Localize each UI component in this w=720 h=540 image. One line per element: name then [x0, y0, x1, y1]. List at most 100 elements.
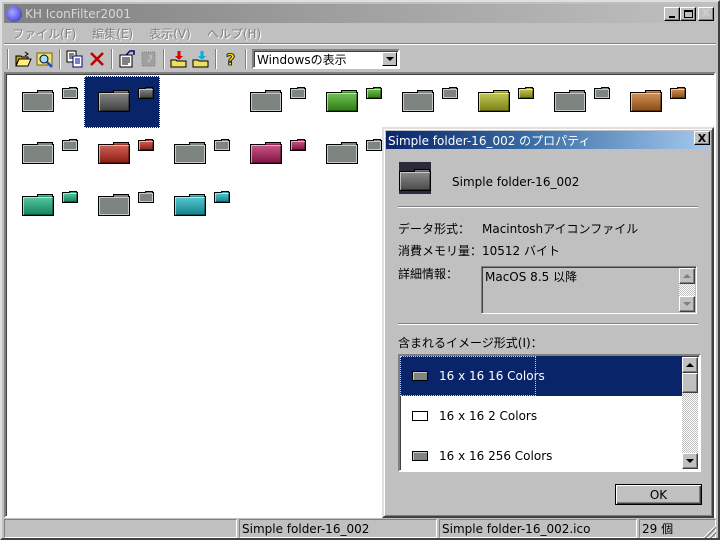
folder-icon — [138, 191, 154, 203]
arrow-down-icon — [686, 459, 694, 463]
properties-button[interactable] — [116, 48, 138, 70]
chevron-down-icon[interactable] — [382, 52, 397, 66]
folder-icon — [174, 142, 206, 164]
icon-item[interactable] — [84, 180, 160, 232]
folder-icon — [22, 142, 54, 164]
arrow-up-icon — [686, 363, 694, 367]
menu-file[interactable]: ファイル(F) — [4, 25, 84, 42]
open-folder-icon — [15, 51, 32, 67]
folder-icon — [326, 142, 358, 164]
maximize-button[interactable] — [680, 6, 696, 21]
icon-item[interactable] — [8, 128, 84, 180]
dialog-close-button[interactable]: X — [694, 131, 710, 145]
find-icon — [36, 52, 53, 68]
icon-item[interactable] — [160, 128, 236, 180]
app-icon[interactable] — [6, 5, 24, 22]
find-button[interactable] — [34, 48, 56, 70]
format-item[interactable]: 16 x 16 2 Colors — [400, 396, 683, 436]
menu-bar: ファイル(F) 編集(E) 表示(V) ヘルプ(H) — [4, 24, 716, 42]
detail-scrollbar[interactable] — [679, 268, 695, 312]
format-item[interactable]: 16 x 16 256 Colors — [400, 436, 683, 476]
close-icon: X — [697, 131, 707, 145]
divider — [398, 206, 698, 208]
scroll-up-button[interactable] — [682, 357, 698, 373]
folder-icon — [554, 90, 586, 112]
icon-item[interactable] — [160, 180, 236, 232]
properties-icon — [119, 50, 135, 68]
icon-item[interactable] — [312, 128, 388, 180]
svg-text:?: ? — [226, 50, 235, 68]
scroll-thumb[interactable] — [682, 373, 698, 393]
help-button[interactable]: ? — [220, 48, 242, 70]
edit-icon — [141, 51, 156, 67]
icon-item[interactable] — [312, 76, 388, 128]
folder-icon — [412, 451, 428, 461]
image-formats-list[interactable]: 16 x 16 16 Colors 16 x 16 2 Colors 16 x … — [398, 354, 701, 472]
data-format-value: Macintoshアイコンファイル — [482, 222, 639, 236]
menu-help[interactable]: ヘルプ(H) — [199, 25, 269, 42]
title-bar[interactable]: KH IconFilter2001 X — [4, 4, 716, 23]
edit-button[interactable] — [138, 48, 160, 70]
folder-icon — [62, 87, 78, 99]
view-mode-select[interactable]: Windowsの表示 — [252, 49, 400, 69]
scroll-up-button[interactable] — [679, 268, 695, 284]
toolbar-separator — [163, 49, 165, 69]
folder-icon — [98, 142, 130, 164]
folder-icon — [138, 87, 154, 99]
folder-icon — [630, 90, 662, 112]
toolbar-separator — [245, 49, 247, 69]
data-format-label: データ形式： — [398, 222, 471, 236]
icon-item[interactable] — [540, 76, 616, 128]
memory-label: 消費メモリ量： — [398, 244, 483, 258]
folder-icon — [174, 194, 206, 216]
icon-item[interactable] — [616, 76, 692, 128]
icon-item[interactable] — [84, 76, 160, 128]
format-label: 16 x 16 256 Colors — [439, 449, 553, 463]
formats-scrollbar[interactable] — [682, 357, 698, 469]
folder-icon — [98, 90, 130, 112]
copy-icon — [66, 50, 83, 68]
folder-icon — [366, 139, 382, 151]
folder-icon — [412, 371, 428, 381]
close-button[interactable]: X — [698, 6, 714, 21]
resize-grip[interactable] — [704, 526, 716, 538]
folder-icon — [670, 87, 686, 99]
toolbar-separator — [111, 49, 113, 69]
icon-item[interactable] — [464, 76, 540, 128]
minimize-button[interactable] — [664, 6, 680, 21]
folder-icon — [594, 87, 610, 99]
icon-item[interactable] — [8, 180, 84, 232]
scroll-down-button[interactable] — [679, 296, 695, 312]
format-item[interactable]: 16 x 16 16 Colors — [400, 356, 683, 396]
ok-button[interactable]: OK — [615, 484, 702, 505]
delete-button[interactable] — [86, 48, 108, 70]
folder-icon — [98, 194, 130, 216]
icon-item[interactable] — [236, 76, 312, 128]
menu-edit[interactable]: 編集(E) — [84, 25, 141, 42]
folder-icon — [214, 139, 230, 151]
toolbar-separator — [215, 49, 217, 69]
scroll-down-button[interactable] — [682, 453, 698, 469]
open-button[interactable] — [12, 48, 34, 70]
detail-textbox[interactable]: MacOS 8.5 以降 — [481, 266, 697, 314]
menu-separator — [4, 43, 716, 45]
arrow-down-icon — [683, 302, 691, 306]
folder-icon — [326, 90, 358, 112]
icon-item[interactable] — [236, 128, 312, 180]
import-button[interactable] — [168, 48, 190, 70]
icon-item[interactable] — [160, 76, 236, 128]
format-label: 16 x 16 16 Colors — [439, 369, 545, 383]
help-icon: ? — [226, 50, 236, 68]
export-button[interactable] — [190, 48, 212, 70]
folder-icon-preview — [399, 162, 431, 194]
folder-icon — [250, 90, 282, 112]
formats-label: 含まれるイメージ形式(I)： — [398, 336, 543, 350]
dialog-title-bar[interactable]: Simple folder-16_002 のプロパティ — [386, 131, 710, 149]
copy-button[interactable] — [64, 48, 86, 70]
properties-dialog: Simple folder-16_002 のプロパティ X Simple fol… — [382, 127, 714, 518]
icon-item[interactable] — [388, 76, 464, 128]
icon-item[interactable] — [8, 76, 84, 128]
status-pane-file: Simple folder-16_002.ico — [439, 519, 637, 538]
icon-item[interactable] — [84, 128, 160, 180]
menu-view[interactable]: 表示(V) — [141, 25, 199, 42]
